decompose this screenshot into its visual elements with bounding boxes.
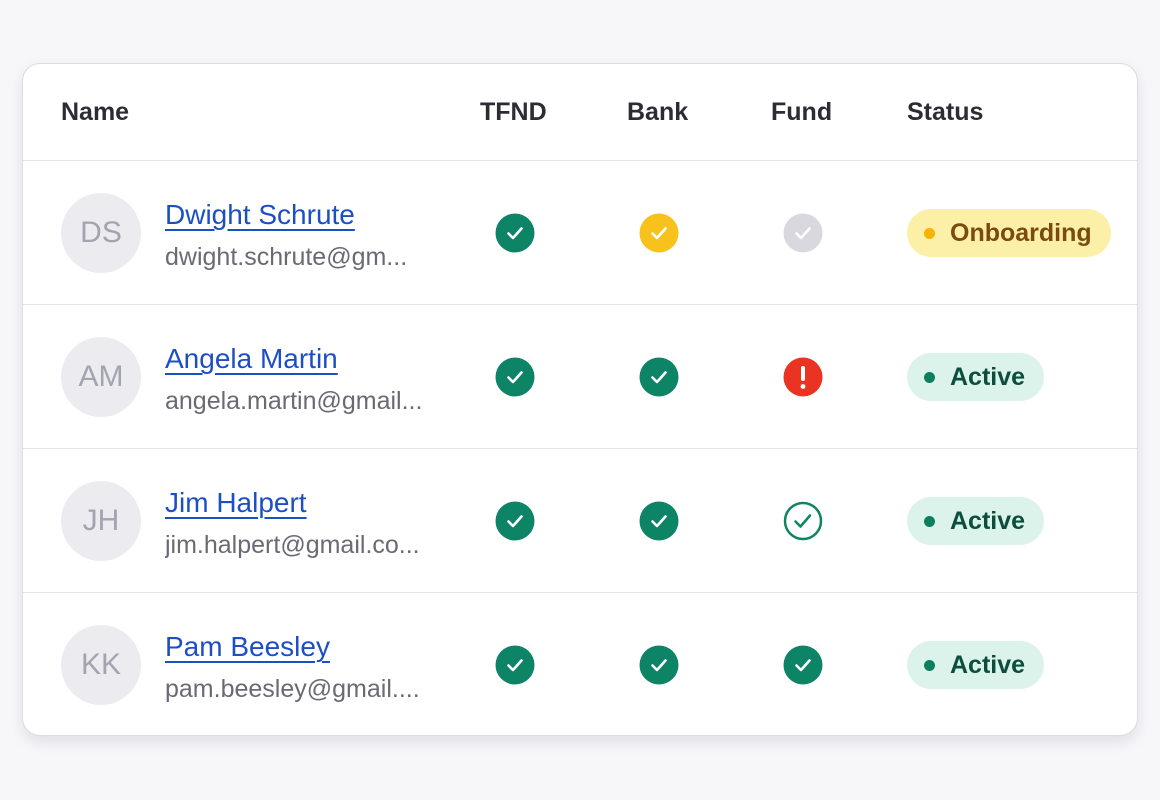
avatar: DS [61,193,141,273]
tfnd-check-circle-filled-icon[interactable] [495,645,535,685]
table-header: Name TFND Bank Fund Status [23,64,1137,161]
status-dot-icon [924,227,935,239]
employee-email: dwight.schrute@gm... [165,243,408,271]
table-row: AM Angela Martin angela.martin@gmail... Act… [23,305,1137,449]
column-header-tfnd[interactable]: TFND [480,64,547,161]
table-row: DS Dwight Schrute dwight.schrute@gm... Onbo… [23,161,1137,305]
avatar: AM [61,337,141,417]
status-dot-icon [924,371,935,383]
status-badge: Onboarding [907,209,1111,257]
status-dot-icon [924,515,935,527]
bank-check-circle-filled-icon[interactable] [639,501,679,541]
bank-check-circle-filled-icon[interactable] [639,357,679,397]
column-header-status[interactable]: Status [907,64,983,161]
employee-table: Name TFND Bank Fund Status DS Dwight Schr… [22,63,1138,736]
fund-check-circle-filled-icon[interactable] [783,645,823,685]
status-label: Active [950,362,1026,391]
fund-alert-circle-icon[interactable] [783,357,823,397]
employee-email: jim.halpert@gmail.co... [165,531,420,559]
status-label: Active [950,506,1026,535]
status-badge: Active [907,353,1045,401]
employee-email: angela.martin@gmail... [165,387,423,415]
fund-check-circle-inactive-icon[interactable] [783,213,823,253]
avatar: JH [61,481,141,561]
bank-check-circle-filled-icon[interactable] [639,645,679,685]
tfnd-check-circle-filled-icon[interactable] [495,501,535,541]
employee-name-link[interactable]: Angela Martin [165,343,338,375]
employee-name-link[interactable]: Dwight Schrute [165,199,355,231]
status-label: Onboarding [950,218,1092,247]
column-header-bank[interactable]: Bank [627,64,688,161]
employee-name-link[interactable]: Pam Beesley [165,631,330,663]
column-header-name[interactable]: Name [61,64,129,161]
tfnd-check-circle-filled-icon[interactable] [495,213,535,253]
status-badge: Active [907,641,1045,689]
fund-check-circle-outline-icon[interactable] [783,501,823,541]
avatar: KK [61,625,141,705]
table-row: KK Pam Beesley pam.beesley@gmail.... Active [23,593,1137,735]
table-row: JH Jim Halpert jim.halpert@gmail.co... Acti… [23,449,1137,593]
bank-check-circle-pending-icon[interactable] [639,213,679,253]
status-badge: Active [907,497,1045,545]
employee-email: pam.beesley@gmail.... [165,675,420,703]
tfnd-check-circle-filled-icon[interactable] [495,357,535,397]
status-label: Active [950,650,1026,679]
employee-name-link[interactable]: Jim Halpert [165,487,307,519]
status-dot-icon [924,659,935,671]
table-body: DS Dwight Schrute dwight.schrute@gm... Onbo… [23,161,1137,735]
column-header-fund[interactable]: Fund [771,64,832,161]
